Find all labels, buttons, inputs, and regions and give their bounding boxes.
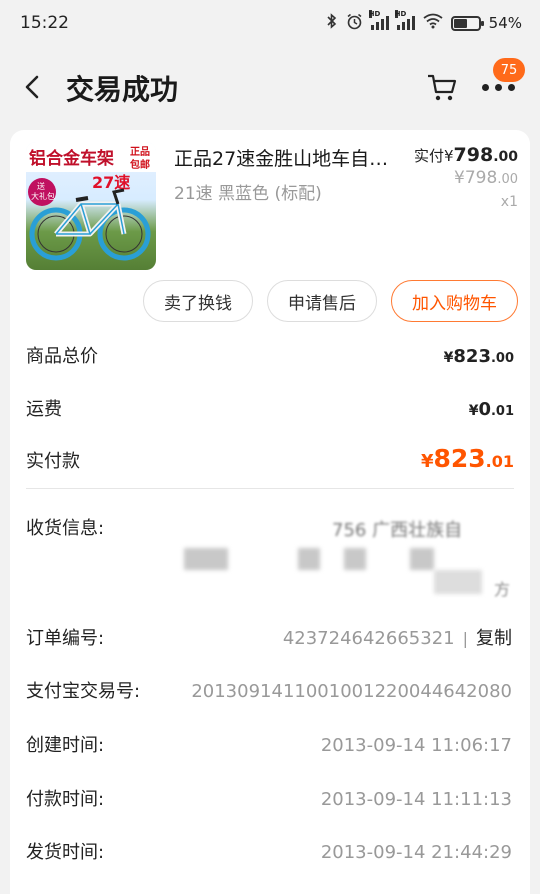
image-speed: 27速 <box>92 173 130 192</box>
shipping-label: 运费 <box>26 399 62 420</box>
battery-percent: 54% <box>488 14 522 32</box>
total-price-label: 商品总价 <box>26 346 98 367</box>
product-sku: 21速 黑蓝色 (标配) <box>174 184 322 204</box>
status-bar: 15:22 HD HD 54% <box>0 0 540 46</box>
svg-text:包邮: 包邮 <box>130 158 150 171</box>
shipping-row: 运费 ¥0.01 <box>26 395 514 421</box>
product-title[interactable]: 正品27速金胜山地车自… <box>174 144 406 171</box>
currency-symbol: ¥ <box>443 147 454 165</box>
created-time: 2013-09-14 11:06:17 <box>320 735 512 756</box>
address-label: 收货信息: <box>26 518 105 539</box>
alarm-icon <box>346 13 363 34</box>
after-sales-button[interactable]: 申请售后 <box>267 280 377 322</box>
shipping-time-row: 发货时间: 2013-09-14 21:44:29 <box>26 838 512 864</box>
bluetooth-icon <box>326 13 338 33</box>
address-redaction <box>184 548 228 570</box>
payment-time-label: 付款时间: <box>26 789 105 810</box>
cart-icon[interactable] <box>426 72 458 102</box>
paid-price-label: 实付 <box>413 147 444 165</box>
more-icon[interactable] <box>482 80 518 94</box>
alipay-number-row: 支付宝交易号: 2013091411001001220044642080 <box>26 677 512 703</box>
quantity: x1 <box>500 194 518 210</box>
image-headline: 铝合金车架 <box>29 148 114 169</box>
signal-icon: HD <box>394 10 415 30</box>
status-icons: HD HD 54% <box>326 10 522 34</box>
original-price-decimal: .00 <box>497 172 518 187</box>
payment-time: 2013-09-14 11:11:13 <box>320 789 512 810</box>
paid-amount-row: 实付款 ¥823.01 <box>26 444 514 473</box>
shipping-time: 2013-09-14 21:44:29 <box>320 842 512 863</box>
paid-amount-value: ¥823.01 <box>420 444 514 473</box>
svg-text:送: 送 <box>37 181 45 191</box>
total-price-value: ¥823.00 <box>443 346 514 367</box>
status-time: 15:22 <box>20 13 69 33</box>
paid-price: 实付¥798.00 <box>414 144 518 166</box>
bike-picture: 铝合金车架 正品 包邮 27速 送 大礼包 <box>26 142 156 261</box>
original-price: ¥798.00 <box>414 168 518 188</box>
paid-amount-label: 实付款 <box>26 451 80 472</box>
address-fragment: 756 广西壮族自 <box>332 520 463 541</box>
created-time-label: 创建时间: <box>26 735 105 756</box>
action-buttons: 卖了换钱 申请售后 加入购物车 <box>143 280 518 322</box>
currency-symbol: ¥ <box>454 168 465 188</box>
signal-icon: HD <box>368 10 389 30</box>
copy-order-number-button[interactable]: 复制 <box>476 628 512 649</box>
alipay-number-label: 支付宝交易号: <box>26 681 141 702</box>
divider <box>26 488 514 489</box>
product-image[interactable]: 铝合金车架 正品 包邮 27速 送 大礼包 <box>26 142 156 270</box>
copy-separator: | <box>462 629 468 648</box>
battery-icon <box>450 15 484 31</box>
order-number: 423724642665321 <box>282 628 455 649</box>
address-redaction <box>298 548 320 570</box>
order-card: 铝合金车架 正品 包邮 27速 送 大礼包 正品27速金胜山地车自… 21速 黑… <box>10 130 530 894</box>
address-redaction <box>410 548 434 570</box>
address-tail: 方 <box>494 580 511 599</box>
message-badge: 75 <box>493 58 525 82</box>
original-price-integer: 798 <box>464 168 498 188</box>
svg-text:正品: 正品 <box>130 146 150 158</box>
paid-price-integer: 798 <box>453 144 494 166</box>
price-block: 实付¥798.00 ¥798.00 x1 <box>414 144 518 210</box>
total-price-row: 商品总价 ¥823.00 <box>26 342 514 368</box>
add-to-cart-button[interactable]: 加入购物车 <box>391 280 518 322</box>
shipping-value: ¥0.01 <box>468 399 514 420</box>
order-number-row: 订单编号: 423724642665321 | 复制 <box>26 624 512 650</box>
svg-text:大礼包: 大礼包 <box>31 191 55 201</box>
paid-price-decimal: .00 <box>493 149 518 165</box>
wifi-icon <box>423 13 443 33</box>
order-number-label: 订单编号: <box>26 628 105 649</box>
page-title: 交易成功 <box>66 73 179 106</box>
payment-time-row: 付款时间: 2013-09-14 11:11:13 <box>26 785 512 811</box>
back-icon[interactable] <box>20 74 44 100</box>
created-time-row: 创建时间: 2013-09-14 11:06:17 <box>26 731 512 757</box>
sell-button[interactable]: 卖了换钱 <box>143 280 253 322</box>
alipay-number: 2013091411001001220044642080 <box>191 681 512 702</box>
nav-header: 交易成功 75 <box>0 46 540 128</box>
shipping-time-label: 发货时间: <box>26 842 105 863</box>
address-redaction <box>344 548 366 570</box>
address-redaction <box>434 570 482 594</box>
